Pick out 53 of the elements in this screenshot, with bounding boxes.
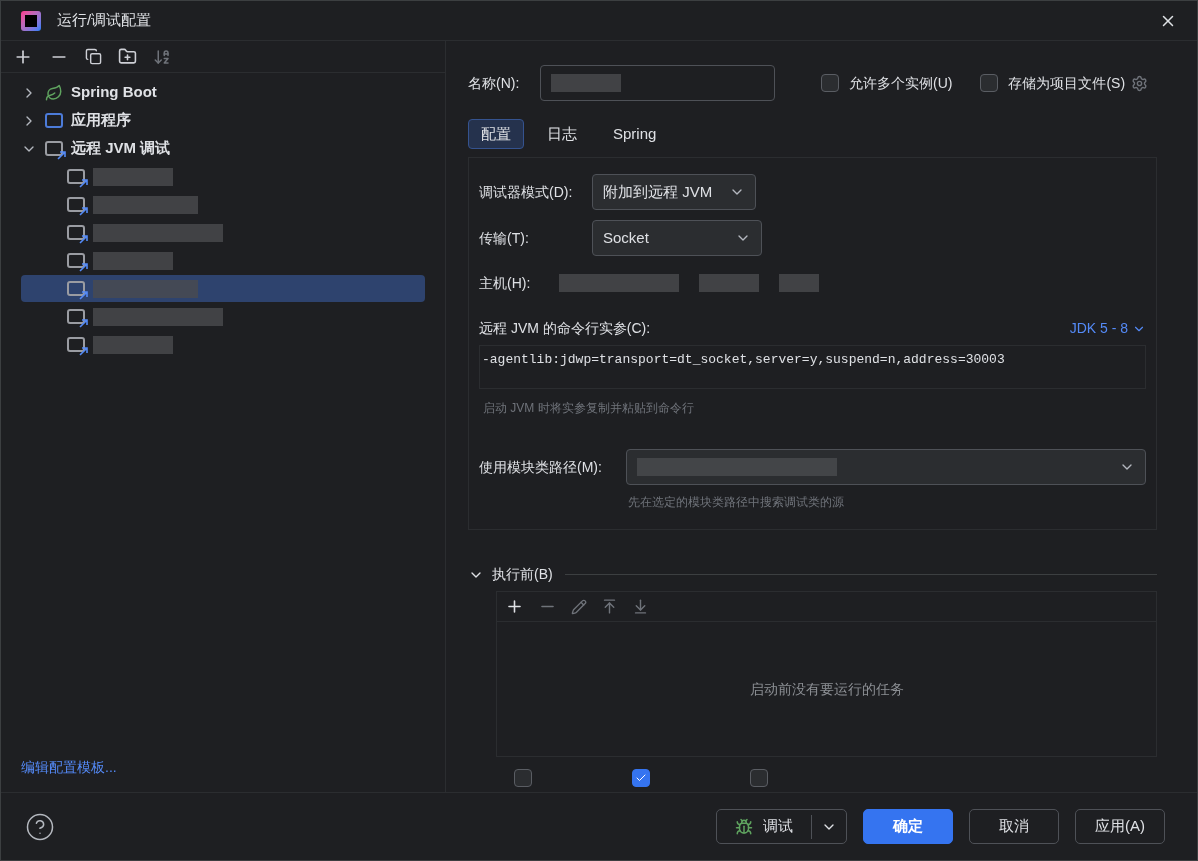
dropdown[interactable]: 附加到远程 JVM [592,174,756,210]
move-down-icon[interactable] [632,598,649,615]
section-title: 执行前(B) [492,565,553,584]
field-label: 使用模块类路径(M): [479,457,603,477]
dropdown[interactable]: Socket [592,220,762,256]
redacted-text [779,274,819,292]
field-label: 传输(T): [479,228,530,248]
checkbox[interactable] [632,769,650,787]
hint-text: 启动 JVM 时将实参复制并粘贴到命令行 [482,400,695,417]
help-icon[interactable] [25,811,55,842]
field-label: 调试器模式(D): [479,182,574,202]
hint-text: 先在选定的模块类路径中搜索调试类的源 [627,494,845,511]
checkbox[interactable] [750,769,768,787]
app-logo-icon [21,10,41,31]
window-icon [45,113,63,128]
leaf-icon [45,83,63,102]
checkbox-label: 允许多个实例(U) [849,73,953,93]
field-label: 名称(N): [468,73,521,93]
dropdown-value: Socket [603,227,649,248]
tab[interactable]: Spring [600,119,670,149]
move-up-icon[interactable] [601,598,618,615]
check-icon [635,772,647,784]
dialog-button[interactable]: 应用(A) [1075,809,1165,844]
dialog-button[interactable]: 确定 [863,809,953,844]
edit-templates-link[interactable]: 编辑配置模板... [1,757,445,792]
field-label: 远程 JVM 的命令行实参(C): [479,319,651,338]
settings-icon[interactable] [1131,74,1149,92]
edit-icon[interactable] [571,598,587,615]
checkbox[interactable] [514,769,532,787]
dialog-button[interactable]: 取消 [969,809,1059,844]
dropdown-value: 附加到远程 JVM [603,181,713,202]
jdk-version-dropdown[interactable]: JDK 5 - 8 [1069,318,1146,339]
checkbox[interactable] [821,74,839,92]
field-label: 主机(H): [479,273,532,293]
add-icon[interactable] [505,597,524,616]
debug-split-button[interactable]: 调试 [716,809,847,844]
tab[interactable]: 配置 [468,119,524,149]
redacted-text [551,74,621,92]
bug-icon [735,817,753,836]
tree-item[interactable]: 远程 JVM 调试 [21,135,425,162]
checkbox-label: 存储为项目文件(S) [1008,73,1126,93]
name-field[interactable] [540,65,775,101]
folder-plus-icon[interactable] [118,47,137,66]
tree-item[interactable]: 应用程序 [21,107,425,134]
copy-icon[interactable] [85,48,102,65]
checkbox[interactable] [980,74,999,92]
sort-icon[interactable] [153,47,171,66]
redacted-text [699,274,759,292]
window-title: 运行/调试配置 [57,10,152,31]
arguments-field[interactable]: -agentlib:jdwp=transport=dt_socket,server=y,suspend=n,address=30003 [479,345,1146,389]
tree-item[interactable]: Spring Boot [21,79,425,106]
empty-state-text: 启动前没有要运行的任务 [749,679,904,699]
tab[interactable]: 日志 [534,119,590,149]
